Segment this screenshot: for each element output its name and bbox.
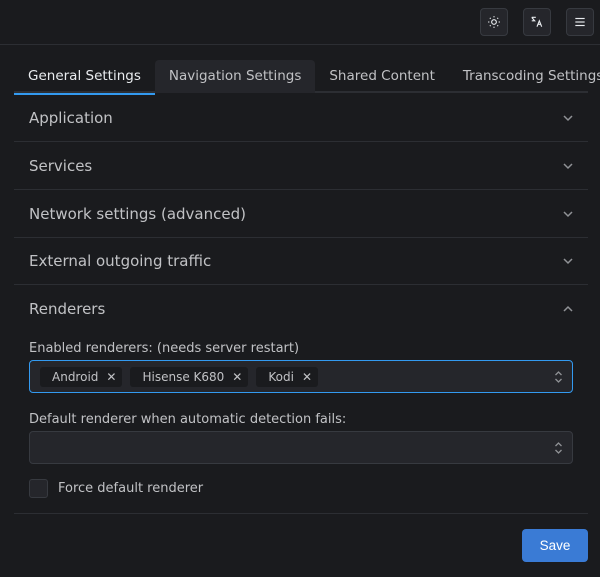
chevron-down-icon bbox=[563, 162, 573, 169]
renderer-chip: Android ✕ bbox=[40, 366, 123, 387]
section-title: Services bbox=[29, 156, 93, 175]
translate-icon bbox=[531, 16, 543, 27]
section-renderers-header[interactable]: Renderers bbox=[14, 285, 588, 332]
language-button[interactable] bbox=[523, 8, 551, 36]
close-icon[interactable]: ✕ bbox=[106, 370, 116, 384]
section-title: External outgoing traffic bbox=[29, 251, 212, 270]
section-services-header[interactable]: Services bbox=[14, 142, 588, 189]
force-default-renderer-label: Force default renderer bbox=[58, 481, 204, 496]
settings-tabs: General Settings Navigation Settings Sha… bbox=[14, 60, 600, 95]
close-icon[interactable]: ✕ bbox=[232, 370, 242, 384]
default-renderer-select[interactable] bbox=[29, 431, 573, 464]
close-icon[interactable]: ✕ bbox=[302, 370, 312, 384]
selector-icon bbox=[555, 442, 562, 454]
chevron-up-icon bbox=[563, 305, 573, 312]
sun-icon bbox=[488, 16, 500, 28]
chip-label: Kodi bbox=[268, 369, 294, 384]
hamburger-icon bbox=[575, 17, 585, 27]
section-external-traffic: External outgoing traffic bbox=[14, 237, 588, 285]
section-network-header[interactable]: Network settings (advanced) bbox=[14, 190, 588, 237]
section-services: Services bbox=[14, 142, 588, 190]
section-application-header[interactable]: Application bbox=[14, 94, 588, 141]
top-bar bbox=[0, 0, 600, 45]
save-button[interactable]: Save bbox=[522, 529, 588, 562]
section-renderers: Renderers Enabled renderers: (needs serv… bbox=[14, 285, 588, 514]
section-title: Renderers bbox=[29, 299, 106, 318]
section-external-traffic-header[interactable]: External outgoing traffic bbox=[14, 237, 588, 284]
tab-shared-content[interactable]: Shared Content bbox=[315, 60, 449, 93]
force-default-renderer-checkbox[interactable] bbox=[29, 479, 48, 498]
section-application: Application bbox=[14, 94, 588, 142]
tab-general-settings[interactable]: General Settings bbox=[14, 60, 155, 95]
chip-label: Hisense K680 bbox=[142, 369, 225, 384]
menu-button[interactable] bbox=[566, 8, 594, 36]
enabled-renderers-multiselect[interactable]: Android ✕ Hisense K680 ✕ Kodi ✕ bbox=[29, 360, 573, 393]
theme-toggle-button[interactable] bbox=[480, 8, 508, 36]
chevron-down-icon bbox=[563, 210, 573, 217]
tab-navigation-settings[interactable]: Navigation Settings bbox=[154, 60, 316, 93]
enabled-renderers-label: Enabled renderers: (needs server restart… bbox=[29, 341, 300, 356]
chevron-down-icon bbox=[563, 257, 573, 264]
default-renderer-label: Default renderer when automatic detectio… bbox=[29, 412, 347, 427]
chip-label: Android bbox=[52, 369, 99, 384]
tab-transcoding-settings[interactable]: Transcoding Settings bbox=[449, 60, 600, 93]
renderer-chip: Hisense K680 ✕ bbox=[130, 366, 249, 387]
section-title: Network settings (advanced) bbox=[29, 204, 246, 223]
renderer-chip: Kodi ✕ bbox=[256, 366, 318, 387]
selector-icon bbox=[555, 371, 562, 383]
section-title: Application bbox=[29, 108, 113, 127]
chevron-down-icon bbox=[563, 114, 573, 121]
section-network: Network settings (advanced) bbox=[14, 190, 588, 238]
